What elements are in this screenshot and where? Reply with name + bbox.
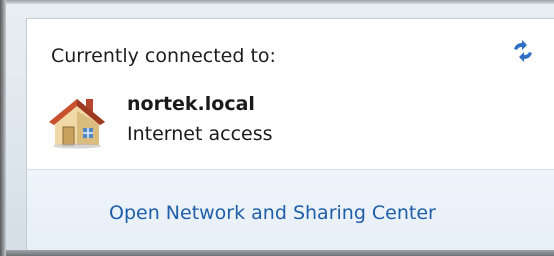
flyout-footer: Open Network and Sharing Center <box>27 169 554 251</box>
flyout-header: Currently connected to: nortek.local Int… <box>27 19 554 169</box>
network-item[interactable]: nortek.local Internet access <box>45 89 445 151</box>
network-flyout-panel: Currently connected to: nortek.local Int… <box>26 18 554 251</box>
network-flyout-window: Currently connected to: nortek.local Int… <box>0 0 554 256</box>
open-network-sharing-center-link[interactable]: Open Network and Sharing Center <box>109 202 436 224</box>
window-edge-top <box>6 0 554 4</box>
network-name: nortek.local <box>127 93 255 115</box>
home-network-icon <box>45 89 109 153</box>
refresh-icon[interactable] <box>511 39 535 63</box>
connected-label: Currently connected to: <box>51 45 276 67</box>
window-edge-bottom <box>6 250 554 256</box>
window-edge-left <box>0 0 6 256</box>
network-status: Internet access <box>127 123 273 145</box>
